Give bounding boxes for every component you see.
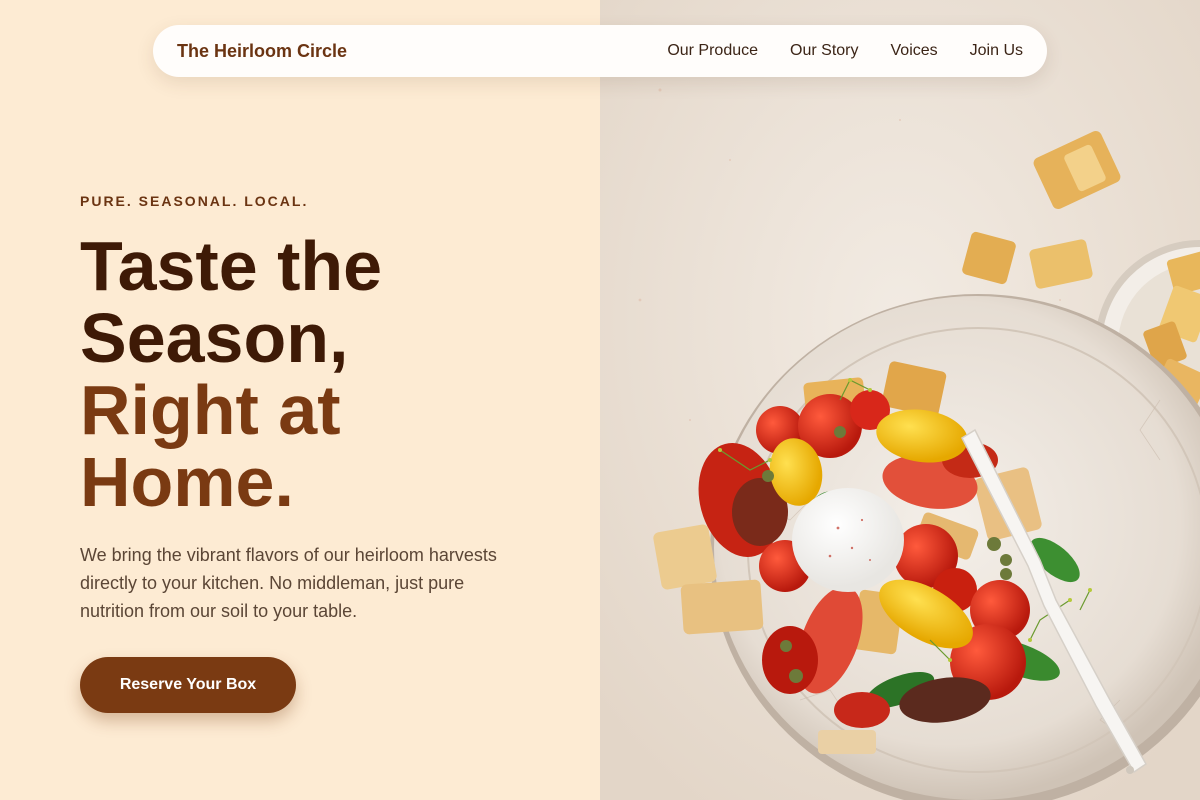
- nav-link-our-story[interactable]: Our Story: [790, 42, 858, 60]
- nav-link-join-us[interactable]: Join Us: [970, 42, 1023, 60]
- nav-link-voices[interactable]: Voices: [891, 42, 938, 60]
- headline-line-4: Home.: [80, 443, 294, 521]
- hero-headline: Taste the Season, Right at Home.: [80, 230, 560, 518]
- hero-description: We bring the vibrant flavors of our heir…: [80, 545, 497, 621]
- headline-line-2: Season,: [80, 299, 349, 377]
- headline-line-3: Right at: [80, 371, 341, 449]
- top-navigation: The Heirloom Circle Our Produce Our Stor…: [153, 25, 1047, 77]
- reserve-box-button[interactable]: Reserve Your Box: [80, 657, 296, 713]
- salad-photo-illustration: [600, 0, 1200, 800]
- hero-photo: [600, 0, 1200, 800]
- brand-logo-text[interactable]: The Heirloom Circle: [177, 41, 347, 62]
- hero-eyebrow: PURE. SEASONAL. LOCAL.: [80, 193, 309, 209]
- headline-line-1: Taste the: [80, 227, 383, 305]
- nav-link-our-produce[interactable]: Our Produce: [667, 42, 758, 60]
- nav-links: Our Produce Our Story Voices Join Us: [667, 42, 1023, 60]
